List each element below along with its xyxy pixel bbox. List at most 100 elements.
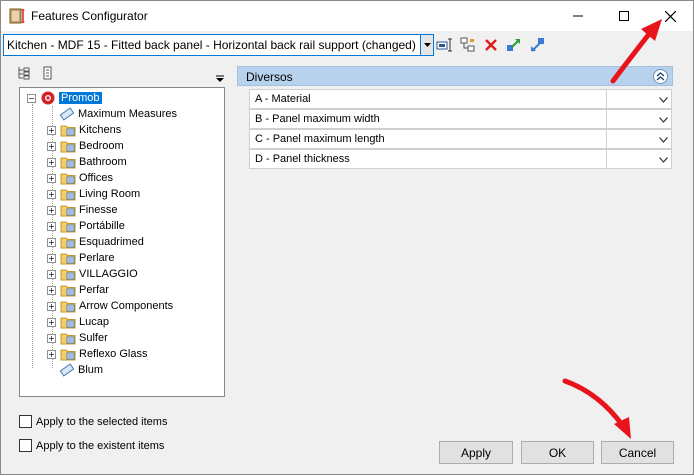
combo-dropdown-button[interactable] [420, 35, 433, 55]
expand-toggle[interactable]: + [47, 301, 56, 311]
tree-item-label: Perlare [79, 252, 115, 264]
tree-item[interactable]: Blum [59, 362, 103, 378]
tree-item-label: Living Room [79, 188, 141, 200]
cancel-button[interactable]: Cancel [601, 441, 674, 464]
property-row: D - Panel thickness [249, 149, 672, 169]
chevron-down-icon[interactable] [659, 134, 668, 146]
chevron-down-icon[interactable] [659, 114, 668, 126]
apply-existent-checkbox[interactable] [19, 439, 32, 452]
property-value-dropdown[interactable] [607, 150, 671, 168]
expand-toggle[interactable]: + [47, 237, 56, 247]
features-tree[interactable]: − Promob Maximum Measures + Kitchens + Bedro… [19, 87, 225, 397]
tree-item[interactable]: + Sulfer [47, 330, 108, 346]
expand-toggle[interactable]: + [47, 285, 56, 295]
tree-item[interactable]: + Finesse [47, 202, 118, 218]
expand-toggle[interactable]: + [47, 349, 56, 359]
tree-item[interactable]: + Perfar [47, 282, 109, 298]
folder-icon [60, 331, 79, 345]
property-label: B - Panel maximum width [250, 110, 607, 128]
group-header-diversos[interactable]: Diversos [237, 66, 673, 86]
tree-item[interactable]: + Portábille [47, 218, 125, 234]
features-configurator-window: Features Configurator Kitchen - MDF 15 -… [0, 0, 694, 475]
folder-icon [60, 139, 79, 153]
tree-item[interactable]: + Living Room [47, 186, 140, 202]
app-icon [9, 8, 25, 24]
delete-icon[interactable] [481, 36, 501, 54]
property-row: A - Material [249, 89, 672, 109]
tree-item[interactable]: + Lucap [47, 314, 109, 330]
tree-item[interactable]: + Kitchens [47, 122, 121, 138]
tree-item-label: Esquadrimed [79, 236, 144, 248]
folder-icon [60, 235, 79, 249]
title-bar[interactable]: Features Configurator [1, 1, 693, 31]
expand-toggle[interactable]: + [47, 141, 56, 151]
folder-icon [60, 315, 79, 329]
tree-item-label: VILLAGGIO [79, 268, 138, 280]
folder-icon [60, 219, 79, 233]
measure-icon [59, 107, 78, 121]
expand-toggle[interactable]: + [47, 205, 56, 215]
ok-button[interactable]: OK [521, 441, 594, 464]
property-label: D - Panel thickness [250, 150, 607, 168]
minimize-button[interactable] [555, 1, 601, 31]
hierarchy-icon[interactable] [458, 36, 478, 54]
tree-item[interactable]: + Reflexo Glass [47, 346, 147, 362]
tree-item[interactable]: + Bedroom [47, 138, 124, 154]
folder-icon [60, 267, 79, 281]
folder-icon [60, 155, 79, 169]
expand-toggle[interactable]: + [47, 157, 56, 167]
tree-item[interactable]: + Bathroom [47, 154, 127, 170]
expand-toggle[interactable]: + [47, 333, 56, 343]
collapse-group-icon[interactable] [653, 69, 668, 84]
expand-toggle[interactable]: + [47, 221, 56, 231]
property-row: C - Panel maximum length [249, 129, 672, 149]
maximize-button[interactable] [601, 1, 647, 31]
folder-icon [60, 171, 79, 185]
expand-toggle[interactable]: + [47, 269, 56, 279]
property-value-dropdown[interactable] [607, 110, 671, 128]
tree-menu-dropdown-icon[interactable] [215, 74, 225, 84]
collapse-all-icon[interactable] [41, 66, 55, 80]
folder-icon [60, 299, 79, 313]
window-title: Features Configurator [31, 9, 148, 23]
apply-selected-label: Apply to the selected items [36, 415, 168, 428]
group-title: Diversos [246, 70, 293, 84]
edit-icon[interactable] [435, 36, 455, 54]
tree-item-label: Maximum Measures [78, 108, 178, 120]
chevron-down-icon[interactable] [659, 154, 668, 166]
tree-item[interactable]: + Perlare [47, 250, 114, 266]
tree-item[interactable]: Maximum Measures [59, 106, 177, 122]
apply-selected-checkbox[interactable] [19, 415, 32, 428]
apply-button[interactable]: Apply [439, 441, 513, 464]
property-value-dropdown[interactable] [607, 90, 671, 108]
tree-item-label: Finesse [79, 204, 118, 216]
expand-toggle[interactable]: + [47, 125, 56, 135]
import-icon[interactable] [527, 36, 547, 54]
apply-selected-option[interactable]: Apply to the selected items [19, 415, 167, 428]
tree-item[interactable]: + Offices [47, 170, 113, 186]
expand-toggle[interactable]: + [47, 173, 56, 183]
folder-icon [60, 203, 79, 217]
tree-item[interactable]: + Esquadrimed [47, 234, 144, 250]
tree-item[interactable]: + Arrow Components [47, 298, 173, 314]
collapse-toggle[interactable]: − [27, 93, 36, 103]
configuration-combobox[interactable]: Kitchen - MDF 15 - Fitted back panel - H… [3, 34, 434, 56]
tree-root[interactable]: − Promob [27, 90, 102, 106]
apply-existent-label: Apply to the existent items [36, 439, 165, 452]
apply-existent-option[interactable]: Apply to the existent items [19, 439, 164, 452]
expand-toggle[interactable]: + [47, 317, 56, 327]
tree-item[interactable]: + VILLAGGIO [47, 266, 138, 282]
chevron-down-icon[interactable] [659, 94, 668, 106]
export-icon[interactable] [504, 36, 524, 54]
measure-icon [59, 363, 78, 377]
expand-toggle[interactable]: + [47, 189, 56, 199]
tree-item-label: Portábille [79, 220, 125, 232]
close-button[interactable] [647, 1, 693, 31]
arrow-to-cancel-icon [562, 378, 631, 439]
expand-all-icon[interactable] [17, 66, 31, 80]
property-row: B - Panel maximum width [249, 109, 672, 129]
property-value-dropdown[interactable] [607, 130, 671, 148]
expand-toggle[interactable]: + [47, 253, 56, 263]
tree-item-label: Offices [79, 172, 114, 184]
tree-item-label: Perfar [79, 284, 109, 296]
